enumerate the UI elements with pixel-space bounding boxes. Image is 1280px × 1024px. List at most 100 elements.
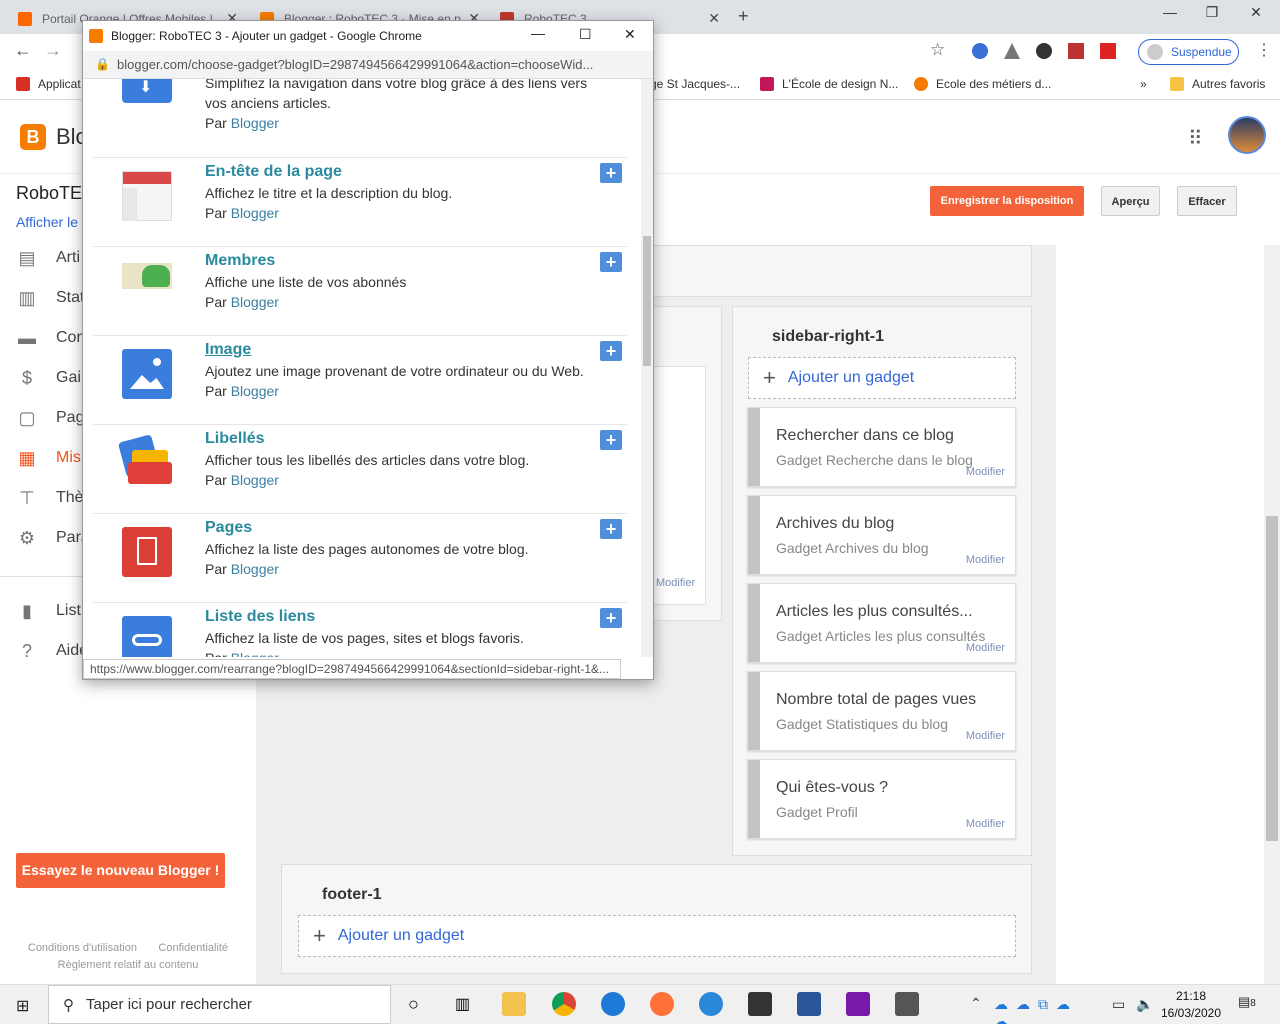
extension-icon[interactable] [1100, 43, 1116, 59]
privacy-link[interactable]: Confidentialité [158, 942, 228, 954]
network-icon[interactable]: ▭ [1112, 996, 1125, 1013]
add-gadget-plus-button[interactable]: + [600, 252, 622, 272]
gadget-item-members[interactable]: Membres Affiche une liste de vos abonnés… [93, 246, 627, 335]
volume-icon[interactable]: 🔈 [1136, 996, 1153, 1013]
add-gadget-button[interactable]: + Ajouter un gadget [748, 357, 1016, 399]
bookmark-item[interactable]: Ecole des métiers d... [914, 77, 1051, 91]
add-gadget-plus-button[interactable]: + [600, 341, 622, 361]
nav-stats[interactable]: ▥ Stat [16, 286, 84, 310]
maximize-button[interactable]: ❐ [1192, 4, 1232, 21]
windows-start-icon[interactable]: ⊞ [16, 996, 29, 1016]
blogger-logo-icon[interactable]: B [20, 124, 46, 150]
drag-handle[interactable] [748, 408, 760, 486]
bookmark-apps[interactable]: Applicat [16, 77, 81, 91]
menu-dots-icon[interactable]: ⋮ [1256, 40, 1272, 60]
nav-pages[interactable]: ▢ Pag [16, 406, 84, 430]
notification-button[interactable]: ▤8 [1238, 994, 1256, 1010]
drag-handle[interactable] [748, 496, 760, 574]
popup-close-button[interactable]: ✕ [624, 26, 636, 43]
profile-button[interactable]: Suspendue [1138, 39, 1239, 65]
gadget-item-link-list[interactable]: Liste des liens Affichez la liste de vos… [93, 602, 627, 657]
drag-handle[interactable] [748, 760, 760, 838]
try-new-blogger-button[interactable]: Essayez le nouveau Blogger ! [16, 853, 225, 888]
tray-chevron-icon[interactable]: ⌃ [970, 995, 982, 1012]
terms-link[interactable]: Conditions d'utilisation [28, 942, 137, 954]
preview-button[interactable]: Aperçu [1101, 186, 1160, 216]
chrome-icon[interactable] [552, 992, 576, 1016]
gadget-popular-posts[interactable]: Articles les plus consultés... Gadget Art… [747, 583, 1016, 663]
gadget-archives[interactable]: Archives du blog Gadget Archives du blog M… [747, 495, 1016, 575]
gadget-search[interactable]: Rechercher dans ce blog Gadget Recherche … [747, 407, 1016, 487]
popup-maximize-button[interactable]: ☐ [579, 26, 592, 43]
tray-icons[interactable]: ☁☁⧉☁☁ [994, 996, 1094, 1024]
nav-earnings[interactable]: $ Gain [16, 366, 90, 390]
drag-handle[interactable] [748, 672, 760, 750]
taskbar-clock[interactable]: 21:18 16/03/2020 [1160, 988, 1222, 1022]
bookmark-other[interactable]: Autres favoris [1170, 77, 1265, 91]
extension-icon[interactable] [972, 43, 988, 59]
nav-theme[interactable]: ⊤ Thè [16, 486, 83, 510]
app-icon[interactable] [699, 992, 723, 1016]
nav-layout[interactable]: ▦ Mis [16, 446, 80, 470]
forward-icon[interactable]: → [44, 40, 62, 61]
add-gadget-button[interactable]: + Ajouter un gadget [298, 915, 1016, 957]
modify-link[interactable]: Modifier [656, 577, 695, 589]
minimize-button[interactable]: — [1150, 4, 1190, 20]
pdf-icon[interactable] [1068, 43, 1084, 59]
task-view-icon[interactable]: ○ [408, 994, 419, 1015]
nav-reading-list[interactable]: ▮ List [16, 599, 81, 623]
apps-grid-icon[interactable]: ⠿ [1188, 126, 1203, 151]
file-explorer-icon[interactable] [502, 992, 526, 1016]
modify-link[interactable]: Modifier [966, 818, 1005, 830]
add-gadget-plus-button[interactable]: + [600, 519, 622, 539]
popup-address-bar[interactable]: 🔒 blogger.com/choose-gadget?blogID=29874… [83, 51, 653, 79]
view-blog-link[interactable]: Afficher le [16, 214, 78, 230]
bookmark-star-icon[interactable]: ☆ [930, 40, 945, 60]
content-policy-link[interactable]: Règlement relatif au contenu [58, 959, 199, 971]
new-tab-button[interactable]: + [738, 6, 749, 27]
bookmarks-overflow-button[interactable]: » [1140, 77, 1147, 91]
modify-link[interactable]: Modifier [966, 466, 1005, 478]
gadget-item-labels[interactable]: Libellés Afficher tous les libellés des … [93, 424, 627, 513]
bookmark-item[interactable]: L'École de design N... [760, 77, 898, 91]
modify-link[interactable]: Modifier [966, 554, 1005, 566]
gadget-item-pages[interactable]: Pages Affichez la liste des pages autono… [93, 513, 627, 602]
nav-posts[interactable]: ▤ Arti [16, 246, 80, 270]
nav-settings[interactable]: ⚙ Para [16, 526, 90, 550]
popup-minimize-button[interactable]: — [531, 25, 545, 41]
pages-icon: ▢ [18, 407, 36, 428]
modify-link[interactable]: Modifier [966, 642, 1005, 654]
back-icon[interactable]: ← [14, 40, 32, 61]
onenote-icon[interactable] [846, 992, 870, 1016]
popup-scrollbar[interactable] [641, 79, 653, 657]
timeline-icon[interactable]: ▥ [455, 994, 470, 1014]
modify-link[interactable]: Modifier [966, 730, 1005, 742]
store-icon[interactable] [748, 992, 772, 1016]
save-layout-button[interactable]: Enregistrer la disposition [930, 186, 1084, 216]
popup-scrollbar-thumb[interactable] [643, 236, 651, 366]
popup-title: Blogger: RoboTEC 3 - Ajouter un gadget -… [111, 29, 422, 43]
gadget-item-image[interactable]: Image Ajoutez une image provenant de vot… [93, 335, 627, 424]
nav-help[interactable]: ? Aide [16, 639, 88, 663]
clear-button[interactable]: Effacer [1177, 186, 1237, 216]
edge-icon[interactable] [601, 992, 625, 1016]
gadget-pageviews[interactable]: Nombre total de pages vues Gadget Statist… [747, 671, 1016, 751]
word-icon[interactable] [797, 992, 821, 1016]
drag-handle[interactable] [748, 584, 760, 662]
add-gadget-plus-button[interactable]: + [600, 608, 622, 628]
gadget-profile[interactable]: Qui êtes-vous ? Gadget Profil Modifier [747, 759, 1016, 839]
drive-icon[interactable] [1004, 43, 1020, 59]
bookmark-item[interactable]: ge St Jacques-... [650, 77, 740, 91]
close-tab-icon[interactable]: ✕ [708, 10, 720, 27]
firefox-icon[interactable] [650, 992, 674, 1016]
page-scrollbar-thumb[interactable] [1266, 516, 1278, 841]
add-gadget-plus-button[interactable]: + [600, 430, 622, 450]
close-window-button[interactable]: ✕ [1236, 4, 1276, 21]
nav-comments[interactable]: ▬ Com [16, 326, 90, 350]
extension-icon[interactable] [1036, 43, 1052, 59]
taskbar-search[interactable]: ⚲ Taper ici pour rechercher [48, 985, 391, 1024]
add-gadget-plus-button[interactable]: + [600, 163, 622, 183]
avatar[interactable] [1228, 116, 1266, 154]
photos-icon[interactable] [895, 992, 919, 1016]
gadget-item-header[interactable]: En-tête de la page Affichez le titre et … [93, 157, 627, 246]
